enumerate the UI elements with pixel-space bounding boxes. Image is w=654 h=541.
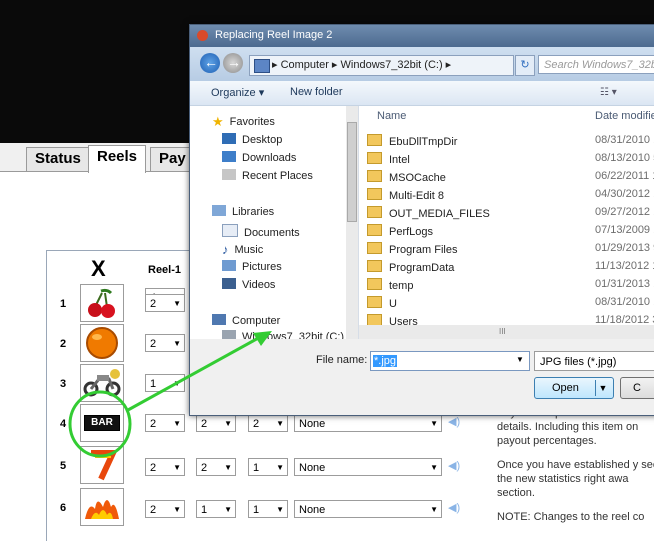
annotation-arrow-line: [127, 334, 263, 412]
highlight-circle: [68, 390, 132, 458]
annotation-overlay: [68, 331, 272, 458]
